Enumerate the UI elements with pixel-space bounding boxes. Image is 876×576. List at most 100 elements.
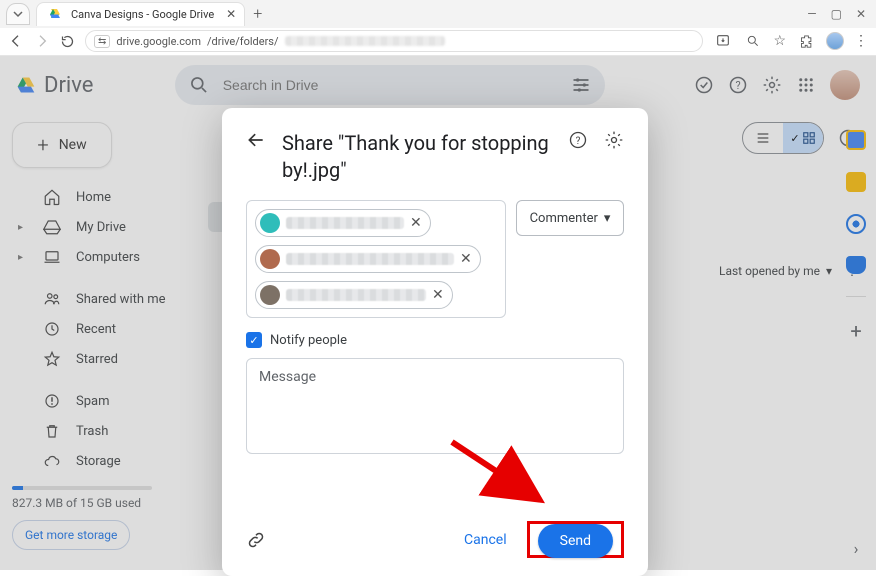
browser-tab[interactable]: Canva Designs - Google Drive ✕ [36, 2, 245, 26]
forward-button[interactable] [34, 33, 50, 49]
sidebar: + New Home▸My Drive▸Computers Shared with… [0, 114, 190, 570]
send-button[interactable]: Send [538, 524, 613, 558]
account-avatar[interactable] [830, 70, 860, 100]
bookmark-icon[interactable]: ☆ [773, 33, 786, 49]
notify-checkbox[interactable]: ✓ [246, 332, 262, 348]
remove-person-icon[interactable]: ✕ [460, 251, 472, 267]
home-icon [42, 187, 62, 207]
message-field[interactable]: Message [246, 358, 624, 454]
drive-app: Drive ? + New Home▸My Drive▸Computers Sha… [0, 56, 876, 570]
trash-icon [42, 421, 62, 441]
star-icon [42, 349, 62, 369]
person-avatar [260, 285, 280, 305]
person-chip[interactable]: ✕ [255, 245, 481, 273]
grid-view-icon[interactable]: ✓ [783, 123, 823, 153]
sidebar-item-my-drive[interactable]: ▸My Drive [12, 212, 178, 242]
notify-row[interactable]: ✓ Notify people [246, 332, 624, 348]
annotation-highlight: Send [527, 521, 624, 558]
sort-label[interactable]: Last opened by me [719, 264, 820, 278]
profile-avatar[interactable] [826, 32, 844, 50]
address-bar: ⇆ drive.google.com/drive/folders/ ☆ ⋮ [0, 28, 876, 56]
add-rail-icon[interactable]: + [850, 319, 861, 343]
reload-button[interactable] [60, 34, 75, 49]
person-label-obscured [286, 289, 426, 301]
side-rail: + › [836, 118, 876, 570]
search-input[interactable] [221, 76, 559, 94]
drive-logo-icon [16, 75, 36, 95]
laptop-icon [42, 247, 62, 267]
brand-text: Drive [44, 73, 93, 98]
sidebar-item-shared-with-me[interactable]: Shared with me [12, 284, 178, 314]
notify-label: Notify people [270, 333, 347, 348]
list-view-icon[interactable] [743, 123, 783, 153]
person-chip[interactable]: ✕ [255, 281, 453, 309]
url-path: /drive/folders/ [207, 35, 279, 48]
person-label-obscured [286, 253, 454, 265]
tab-search-button[interactable] [6, 3, 30, 25]
ready-offline-icon[interactable] [694, 75, 714, 95]
remove-person-icon[interactable]: ✕ [432, 287, 444, 303]
chrome-menu-icon[interactable]: ⋮ [854, 33, 868, 49]
new-button-label: New [59, 137, 87, 153]
search-bar[interactable] [175, 65, 605, 105]
role-dropdown[interactable]: Commenter ▾ [516, 200, 624, 236]
browser-chrome: Canva Designs - Google Drive ✕ + — ▢ ✕ ⇆… [0, 0, 876, 56]
install-app-icon[interactable] [713, 31, 733, 51]
close-tab-icon[interactable]: ✕ [226, 7, 236, 21]
sort-dropdown-icon[interactable]: ▾ [826, 264, 832, 278]
remove-person-icon[interactable]: ✕ [410, 215, 422, 231]
zoom-icon[interactable] [743, 31, 763, 51]
back-button[interactable] [8, 33, 24, 49]
chevron-down-icon: ▾ [604, 211, 611, 226]
maximize-button[interactable]: ▢ [831, 7, 842, 21]
role-label: Commenter [530, 211, 598, 226]
people-input[interactable]: ✕ ✕ ✕ [246, 200, 506, 318]
back-icon[interactable] [246, 130, 266, 150]
rail-collapse-icon[interactable]: › [854, 539, 859, 558]
person-avatar [260, 249, 280, 269]
sidebar-item-storage[interactable]: Storage [12, 446, 178, 476]
calendar-icon[interactable] [846, 130, 866, 150]
sidebar-item-home[interactable]: Home [12, 182, 178, 212]
person-label-obscured [286, 217, 404, 229]
gear-icon[interactable] [604, 130, 624, 150]
person-chip[interactable]: ✕ [255, 209, 431, 237]
sidebar-item-computers[interactable]: ▸Computers [12, 242, 178, 272]
svg-text:?: ? [576, 136, 581, 147]
help-icon[interactable]: ? [568, 130, 588, 150]
storage-meter: 827.3 MB of 15 GB used Get more storage [12, 486, 178, 550]
close-window-button[interactable]: ✕ [856, 7, 866, 21]
settings-icon[interactable] [762, 75, 782, 95]
message-placeholder: Message [259, 369, 316, 385]
extensions-icon[interactable] [796, 31, 816, 51]
support-icon[interactable]: ? [728, 75, 748, 95]
new-button[interactable]: + New [12, 122, 112, 168]
person-avatar [260, 213, 280, 233]
tab-title: Canva Designs - Google Drive [71, 8, 214, 21]
tasks-icon[interactable] [846, 214, 866, 234]
apps-icon[interactable] [796, 75, 816, 95]
url-obscured [285, 36, 445, 46]
copy-link-icon[interactable] [246, 530, 266, 550]
view-toggle[interactable]: ✓ [742, 122, 824, 154]
cancel-button[interactable]: Cancel [450, 524, 521, 556]
storage-text: 827.3 MB of 15 GB used [12, 496, 178, 510]
drive-favicon-icon [45, 4, 65, 24]
new-tab-button[interactable]: + [253, 4, 262, 23]
share-dialog: Share "Thank you for stopping by!.jpg" ?… [222, 108, 648, 576]
get-storage-button[interactable]: Get more storage [12, 520, 130, 550]
sidebar-item-recent[interactable]: Recent [12, 314, 178, 344]
sidebar-item-trash[interactable]: Trash [12, 416, 178, 446]
contacts-icon[interactable] [846, 256, 866, 274]
site-info-icon[interactable]: ⇆ [94, 35, 110, 48]
clock-icon [42, 319, 62, 339]
sidebar-item-starred[interactable]: Starred [12, 344, 178, 374]
minimize-button[interactable]: — [807, 7, 816, 21]
people-icon [42, 289, 62, 309]
sidebar-item-spam[interactable]: Spam [12, 386, 178, 416]
cloud-icon [42, 451, 62, 471]
search-options-icon[interactable] [571, 75, 591, 95]
brand[interactable]: Drive [16, 73, 93, 98]
keep-icon[interactable] [846, 172, 866, 192]
url-field[interactable]: ⇆ drive.google.com/drive/folders/ [85, 30, 703, 52]
